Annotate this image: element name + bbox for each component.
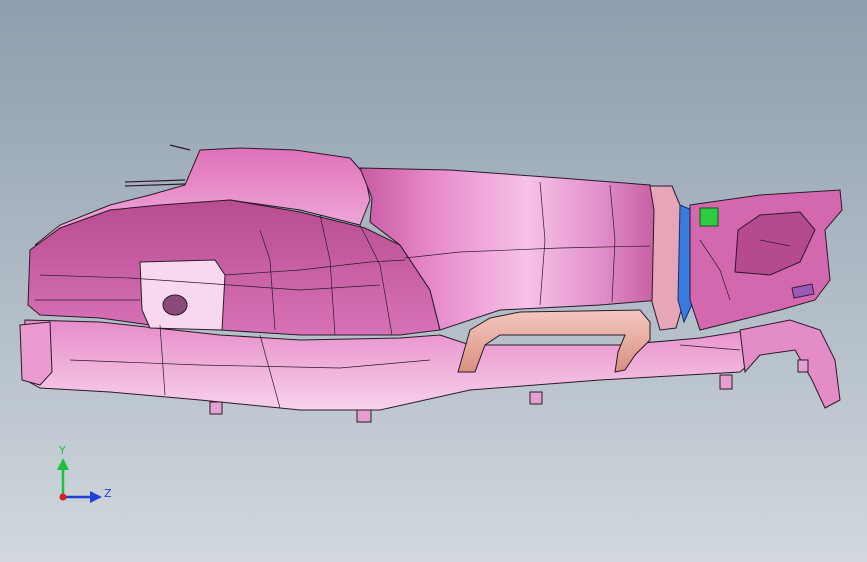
green-bracket[interactable]	[699, 207, 719, 227]
mounting-hole[interactable]	[162, 294, 188, 316]
right-lower-leg[interactable]	[739, 319, 841, 409]
top-pins	[124, 144, 191, 187]
triad-z-label: Z	[104, 487, 112, 500]
3d-model-view[interactable]: Y Z	[0, 0, 867, 562]
coordinate-triad: Y Z	[57, 444, 112, 503]
left-end-bracket[interactable]	[19, 321, 53, 386]
recessed-pocket[interactable]	[139, 259, 226, 331]
3d-viewport[interactable]: Y Z	[0, 0, 867, 562]
triad-y-label: Y	[58, 444, 66, 457]
